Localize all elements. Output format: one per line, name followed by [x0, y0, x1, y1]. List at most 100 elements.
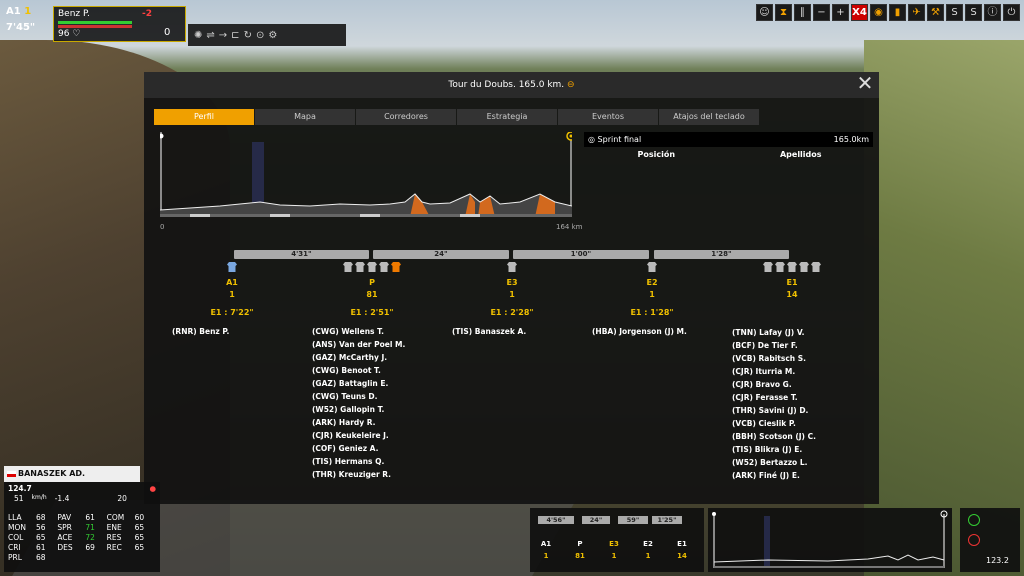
rider-row[interactable]: (VCB) Rabitsch S. — [732, 352, 862, 365]
hr-value: 51 — [14, 494, 24, 503]
plus-icon[interactable]: + — [832, 4, 849, 21]
split-icon[interactable]: ⇌ — [206, 30, 214, 41]
rider-row[interactable]: (TIS) Hermans Q. — [312, 455, 442, 468]
speed-value: 124.7 — [8, 484, 32, 493]
jersey-icon — [763, 262, 773, 272]
group-peloton[interactable]: P 81 E1 : 2'51" (CWG) Wellens T. (ANS) V… — [302, 262, 442, 481]
mini-profile-chart — [712, 510, 948, 568]
col-name: Apellidos — [779, 150, 822, 159]
rider-row[interactable]: (CJR) Iturria M. — [732, 365, 862, 378]
person-icon[interactable]: ☺ — [756, 4, 773, 21]
s-button-2[interactable]: S — [965, 4, 982, 21]
rider-row[interactable]: (TIS) Banaszek A. — [452, 325, 582, 338]
rider-row[interactable]: (CJR) Bravo G. — [732, 378, 862, 391]
col-position: Posición — [637, 150, 676, 159]
rider-action-toolbar[interactable]: ✺ ⇌ → ⊏ ↻ ⊙ ⚙ — [188, 24, 346, 46]
hourglass-icon[interactable]: ⧗ — [775, 4, 792, 21]
sun-icon[interactable]: ✺ — [194, 30, 202, 41]
plane-icon[interactable]: ✈ — [908, 4, 925, 21]
group-e1[interactable]: E1 14 (TNN) Lafay (J) V. (BCF) De Tier F… — [722, 262, 862, 482]
effort-bar — [58, 21, 132, 24]
energy-value: 96 ♡ — [58, 29, 81, 39]
rider-card[interactable]: Benz P. -2 96 ♡ 0 — [53, 6, 186, 42]
tab-shortcuts[interactable]: Atajos del teclado — [659, 109, 759, 125]
minus-icon[interactable]: − — [813, 4, 830, 21]
rider-list: (CWG) Wellens T. (ANS) Van der Poel M. (… — [302, 325, 442, 481]
jersey-icon — [367, 262, 377, 272]
jersey-icon — [227, 262, 237, 272]
panel-tabs: Perfil Mapa Corredores Estrategia Evento… — [154, 109, 759, 125]
rider-row[interactable]: (GAZ) Battaglin E. — [312, 377, 442, 390]
selected-rider-name[interactable]: BANASZEK AD. — [4, 466, 140, 482]
twenty-value: 20 — [117, 494, 127, 503]
rider-row[interactable]: (CWG) Benoot T. — [312, 364, 442, 377]
rider-gap: -2 — [142, 9, 152, 19]
rider-row[interactable]: (RNR) Benz P. — [172, 325, 302, 338]
rider-row[interactable]: (W52) Bertazzo L. — [732, 456, 862, 469]
rider-row[interactable]: (TNN) Lafay (J) V. — [732, 326, 862, 339]
group-e2[interactable]: E2 1 E1 : 1'28" (HBA) Jorgenson (J) M. — [582, 262, 722, 338]
rider-row[interactable]: (CJR) Ferasse T. — [732, 391, 862, 404]
tab-riders[interactable]: Corredores — [356, 109, 456, 125]
hud-position: A1 1 — [6, 6, 32, 17]
tab-map[interactable]: Mapa — [255, 109, 355, 125]
bike-icon[interactable]: ⊙ — [256, 30, 264, 41]
rider-row[interactable]: (CJR) Keukeleire J. — [312, 429, 442, 442]
bottle-icon[interactable]: ▮ — [889, 4, 906, 21]
rider-list: (TIS) Banaszek A. — [442, 325, 582, 338]
stage-profile[interactable] — [158, 131, 576, 217]
hr-unit: km/h — [31, 494, 47, 501]
jersey-icon — [355, 262, 365, 272]
eye-icon[interactable]: ◉ — [870, 4, 887, 21]
pause-icon[interactable]: ∥ — [794, 4, 811, 21]
rider-row[interactable]: (THR) Savini (J) D. — [732, 404, 862, 417]
wrench-icon[interactable]: ⚒ — [927, 4, 944, 21]
race-panel: Tour du Doubs. 165.0 km. ⊖ ✕ Perfil Mapa… — [144, 72, 879, 504]
s-status-icon[interactable] — [968, 514, 980, 526]
s-button-1[interactable]: S — [946, 4, 963, 21]
rider-row[interactable]: (THR) Kreuziger R. — [312, 468, 442, 481]
tab-events[interactable]: Eventos — [558, 109, 658, 125]
tab-profile[interactable]: Perfil — [154, 109, 254, 125]
cycle-icon[interactable]: ↻ — [244, 30, 252, 41]
rider-row[interactable]: (ANS) Van der Poel M. — [312, 338, 442, 351]
rider-row[interactable]: (CWG) Teuns D. — [312, 390, 442, 403]
rider-row[interactable]: (BCF) De Tier F. — [732, 339, 862, 352]
km-end-label: 164 km — [556, 223, 583, 231]
power-icon[interactable]: ⏻ — [1003, 4, 1020, 21]
gear-icon[interactable]: ⚙ — [268, 30, 277, 41]
rider-name: Benz P. — [58, 9, 90, 19]
tab-strategy[interactable]: Estrategia — [457, 109, 557, 125]
rider-row[interactable]: (ARK) Hardy R. — [312, 416, 442, 429]
gap-bar-3: 1'00" — [513, 250, 649, 259]
rider-row[interactable]: (CWG) Wellens T. — [312, 325, 442, 338]
alert-icon: ● — [149, 484, 156, 493]
rider-row[interactable]: (HBA) Jorgenson (J) M. — [592, 325, 722, 338]
jersey-icon — [811, 262, 821, 272]
rider-row[interactable]: (W52) Gallopin T. — [312, 403, 442, 416]
rider-row[interactable]: (VCB) Cieslik P. — [732, 417, 862, 430]
rider-row[interactable]: (GAZ) McCarthy J. — [312, 351, 442, 364]
sprint-header: ◎ Sprint final 165.0km — [584, 132, 873, 147]
close-icon[interactable]: ✕ — [855, 73, 875, 94]
mini-groups[interactable]: 4'56" 24" 59" 1'25" A1 1 P 81 E3 1 E2 1 E1 14 — [530, 508, 704, 572]
arrow-icon[interactable]: → — [219, 30, 227, 41]
rider-list: (TNN) Lafay (J) V. (BCF) De Tier F. (VCB… — [722, 326, 862, 482]
rider-list: (HBA) Jorgenson (J) M. — [582, 325, 722, 338]
car-icon[interactable]: ⊏ — [231, 30, 239, 41]
group-e3[interactable]: E3 1 E1 : 2'28" (TIS) Banaszek A. — [442, 262, 582, 338]
grad-value: -1.4 — [54, 494, 70, 503]
target-icon: ◎ — [588, 135, 595, 144]
rider-row[interactable]: (BBH) Scotson (J) C. — [732, 430, 862, 443]
alert-status-icon[interactable] — [968, 534, 980, 546]
rider-row[interactable]: (TIS) Blikra (J) E. — [732, 443, 862, 456]
rider-row[interactable]: (ARK) Finé (J) E. — [732, 469, 862, 482]
route-icon: ⊖ — [567, 80, 575, 90]
flag-icon — [7, 471, 16, 477]
mini-profile[interactable] — [708, 508, 952, 572]
speed-x4-button[interactable]: X4 — [851, 4, 868, 21]
rider-row[interactable]: (COF) Geniez A. — [312, 442, 442, 455]
sprint-distance: 165.0km — [833, 135, 869, 144]
info-icon[interactable]: ⓘ — [984, 4, 1001, 21]
group-a1[interactable]: A1 1 E1 : 7'22" (RNR) Benz P. — [162, 262, 302, 338]
